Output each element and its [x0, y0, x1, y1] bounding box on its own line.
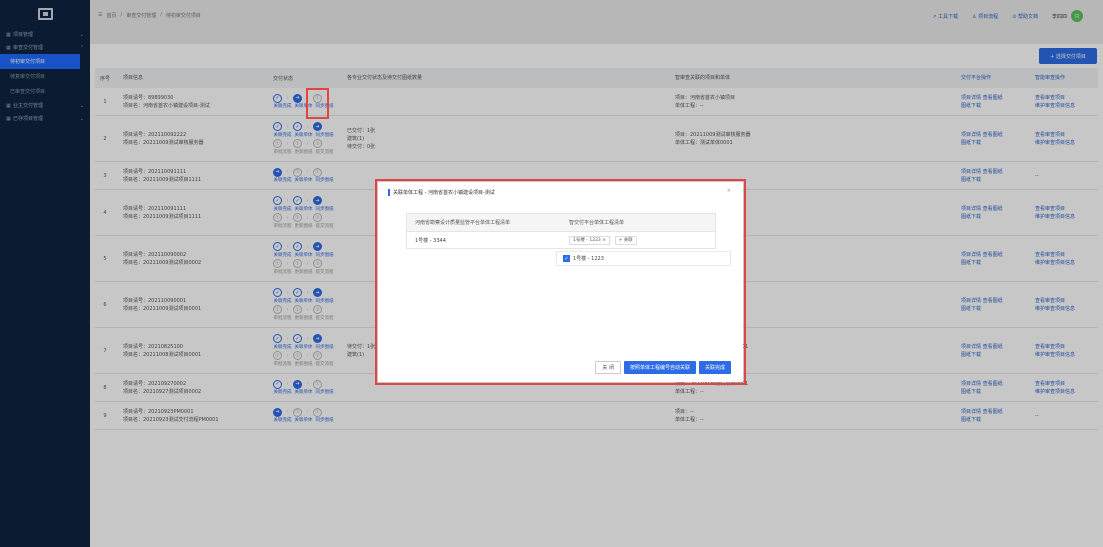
- modal-title-text: 关联单体工程 - 河南省首农小镇建设项目-测试: [393, 190, 495, 196]
- auto-associate-button[interactable]: 按照单体工程编号自动关联: [623, 361, 696, 374]
- highlight-box: [306, 88, 329, 119]
- checkbox-checked-icon[interactable]: ✓: [563, 255, 570, 262]
- mapping-table-header: 河南省勘察设计质量监管平台单体工程清单 智交付平台单体工程清单: [407, 214, 715, 231]
- app-root: ▦ 项目管理 ⌄ ▦ 审查交付管理 ⌃ 待初审交付项目 待复审交付项目 已审查交付项目 ▦ 业主交付…: [0, 0, 1103, 547]
- modal-title: 关联单体工程 - 河南省首农小镇建设项目-测试: [388, 189, 495, 196]
- close-icon[interactable]: ×: [727, 188, 731, 194]
- dropdown-option[interactable]: 1号楼 - 1223: [573, 255, 604, 262]
- finish-associate-button[interactable]: 关联完成: [698, 361, 731, 374]
- close-button[interactable]: 关 闭: [595, 361, 621, 374]
- modal-footer: 关 闭 按照单体工程编号自动关联 关联完成: [378, 361, 743, 374]
- unit-dropdown: ✓ 1号楼 - 1223: [556, 251, 731, 266]
- mapping-col-right: 智交付平台单体工程清单: [569, 220, 625, 226]
- mapping-col-left: 河南省勘察设计质量监管平台单体工程清单: [415, 220, 511, 226]
- selected-unit-tag[interactable]: 1号楼 - 1223 ×: [569, 235, 611, 245]
- link-unit-modal: 关联单体工程 - 河南省首农小镇建设项目-测试 × 河南省勘察设计质量监管平台单…: [378, 182, 743, 382]
- source-unit: 1号楼 - 3344: [415, 237, 446, 244]
- target-unit-cell: 1号楼 - 1223 × + 关联: [561, 235, 715, 245]
- mapping-table: 河南省勘察设计质量监管平台单体工程清单 智交付平台单体工程清单 1号楼 - 33…: [406, 213, 716, 249]
- associate-button[interactable]: + 关联: [614, 235, 637, 245]
- mapping-row: 1号楼 - 3344 1号楼 - 1223 × + 关联: [407, 231, 715, 248]
